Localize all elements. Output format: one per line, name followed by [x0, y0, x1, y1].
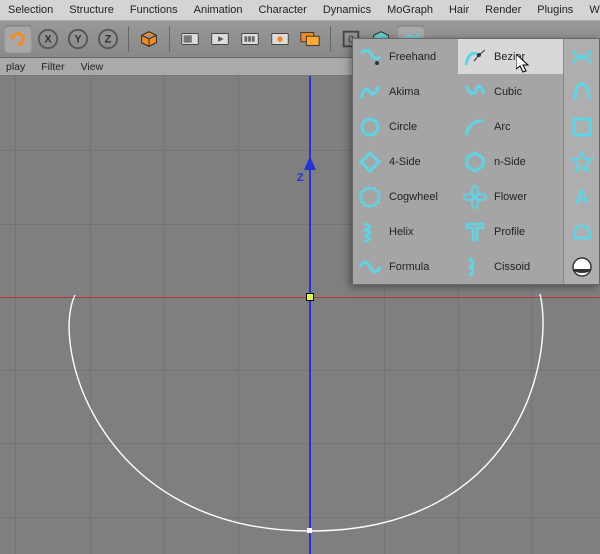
z-axis-label: Z — [297, 172, 304, 184]
picture-viewer-button[interactable] — [266, 25, 294, 53]
subbar-play[interactable]: play — [6, 61, 25, 73]
spline-label: Flower — [494, 191, 559, 203]
menu-plugins[interactable]: Plugins — [529, 4, 581, 16]
menu-dynamics[interactable]: Dynamics — [315, 4, 379, 16]
spline-rectangle[interactable] — [564, 109, 599, 144]
spline-label: Circle — [389, 121, 454, 133]
grid-line — [90, 76, 91, 554]
y-axis-button[interactable]: Y — [64, 25, 92, 53]
cube-primitive-button[interactable] — [135, 25, 163, 53]
spline-vectorize[interactable] — [564, 214, 599, 249]
bezier-icon — [462, 44, 488, 70]
menu-character[interactable]: Character — [251, 4, 315, 16]
circle-icon — [357, 114, 383, 140]
spline-profile[interactable]: Profile — [458, 214, 563, 249]
profile-icon — [462, 219, 488, 245]
spline-label: Profile — [494, 226, 559, 238]
svg-text:Z: Z — [105, 34, 112, 46]
grid-line — [0, 443, 600, 444]
flower-icon — [462, 184, 488, 210]
menu-render[interactable]: Render — [477, 4, 529, 16]
spline-formula[interactable]: Formula — [353, 249, 458, 284]
divider — [128, 26, 129, 52]
spline-freehand[interactable]: Freehand — [353, 39, 458, 74]
freehand-icon — [357, 44, 383, 70]
render-settings-button[interactable] — [206, 25, 234, 53]
spline-menu-col1: Freehand Akima Circle 4-Side Cogwheel He… — [353, 39, 458, 284]
menu-animation[interactable]: Animation — [186, 4, 251, 16]
spline-text[interactable]: A — [564, 179, 599, 214]
spline-star[interactable] — [564, 144, 599, 179]
spline-type-menu: Freehand Akima Circle 4-Side Cogwheel He… — [352, 38, 600, 285]
render-active-button[interactable] — [296, 25, 324, 53]
spline-label: Cissoid — [494, 261, 559, 273]
divider — [330, 26, 331, 52]
menu-structure[interactable]: Structure — [61, 4, 122, 16]
spline-label: Cubic — [494, 86, 559, 98]
formula-icon — [357, 254, 383, 280]
spline-circle[interactable]: Circle — [353, 109, 458, 144]
svg-text:A: A — [574, 187, 588, 209]
spline-label: Freehand — [389, 51, 454, 63]
z-axis-button[interactable]: Z — [94, 25, 122, 53]
spline-cubic[interactable]: Cubic — [458, 74, 563, 109]
4side-icon — [357, 149, 383, 175]
z-axis-arrow-icon — [304, 156, 316, 170]
spline-bezier[interactable]: Bezier — [458, 39, 563, 74]
svg-text:X: X — [44, 34, 52, 46]
spline-bspline[interactable] — [564, 39, 599, 74]
grid-line — [0, 370, 600, 371]
spline-4side[interactable]: 4-Side — [353, 144, 458, 179]
spline-label: Arc — [494, 121, 559, 133]
x-axis-button[interactable]: X — [34, 25, 62, 53]
spline-helix[interactable]: Helix — [353, 214, 458, 249]
spline-label: Akima — [389, 86, 454, 98]
x-axis — [0, 297, 600, 298]
akima-icon — [357, 79, 383, 105]
menu-functions[interactable]: Functions — [122, 4, 186, 16]
spline-label: Helix — [389, 226, 454, 238]
spline-cissoid[interactable]: Cissoid — [458, 249, 563, 284]
spline-arc[interactable]: Arc — [458, 109, 563, 144]
cissoid-icon — [462, 254, 488, 280]
undo-button[interactable] — [4, 25, 32, 53]
cubic-icon — [462, 79, 488, 105]
spline-spherify[interactable] — [564, 249, 599, 284]
subbar-filter[interactable]: Filter — [41, 61, 64, 73]
helix-icon — [357, 219, 383, 245]
menubar: Selection Structure Functions Animation … — [0, 0, 600, 20]
grid-line — [15, 76, 16, 554]
origin-handle[interactable] — [306, 293, 314, 301]
render-button[interactable] — [176, 25, 204, 53]
menu-selection[interactable]: Selection — [0, 4, 61, 16]
grid-line — [164, 76, 165, 554]
grid-line — [0, 517, 600, 518]
spline-label: Cogwheel — [389, 191, 454, 203]
menu-mograph[interactable]: MoGraph — [379, 4, 441, 16]
spline-label: n-Side — [494, 156, 559, 168]
z-axis — [309, 76, 311, 554]
svg-text:Y: Y — [74, 34, 82, 46]
spline-label: Bezier — [494, 51, 559, 63]
arc-icon — [462, 114, 488, 140]
spline-label: 4-Side — [389, 156, 454, 168]
nside-icon — [462, 149, 488, 175]
spline-flower[interactable]: Flower — [458, 179, 563, 214]
spline-nside[interactable]: n-Side — [458, 144, 563, 179]
cogwheel-icon — [357, 184, 383, 210]
spline-cogwheel[interactable]: Cogwheel — [353, 179, 458, 214]
spline-label: Formula — [389, 261, 454, 273]
grid-line — [238, 76, 239, 554]
render-queue-button[interactable] — [236, 25, 264, 53]
spline-nurbs[interactable] — [564, 74, 599, 109]
menu-hair[interactable]: Hair — [441, 4, 477, 16]
divider — [169, 26, 170, 52]
menu-window[interactable]: Window — [581, 4, 600, 16]
spline-akima[interactable]: Akima — [353, 74, 458, 109]
spline-menu-col3: A — [563, 39, 599, 284]
spline-menu-col2: Bezier Cubic Arc n-Side Flower Profile C… — [458, 39, 563, 284]
subbar-view[interactable]: View — [81, 61, 104, 73]
